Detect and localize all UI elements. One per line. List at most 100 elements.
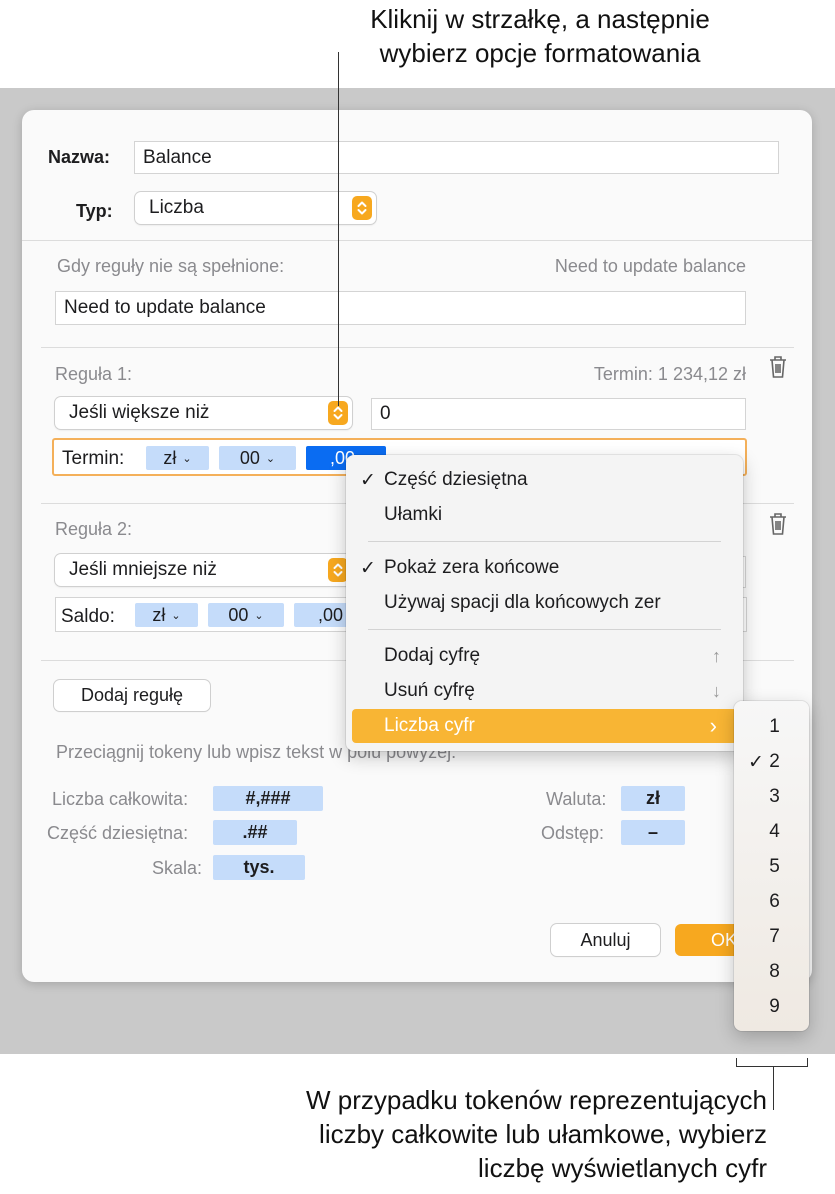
chevron-right-icon: › — [709, 713, 717, 738]
menu-item-label: Dodaj cyfrę — [384, 645, 481, 666]
digit-option-3[interactable]: 3 — [734, 779, 809, 814]
format-options-menu: ✓ Część dziesiętna Ułamki ✓ Pokaż zera k… — [346, 455, 743, 751]
digit-label: 6 — [769, 891, 780, 912]
rule2-trash-icon[interactable] — [767, 511, 789, 537]
bottom-leader-line — [773, 1066, 774, 1110]
chevron-down-icon: ⌄ — [254, 609, 264, 622]
bottom-bracket — [736, 1066, 808, 1067]
bottom-callout: W przypadku tokenów reprezentujących lic… — [147, 1083, 767, 1185]
chevron-down-icon: ⌄ — [182, 452, 192, 465]
rule1-condition-popup[interactable]: Jeśli większe niż — [55, 397, 352, 429]
unmet-text-field[interactable]: Need to update balance — [55, 291, 746, 325]
rule1-value-field[interactable]: 0 — [371, 398, 746, 430]
chevron-down-icon: ⌄ — [265, 452, 276, 465]
digit-count-submenu: 1 ✓ 2 3 4 5 6 7 8 9 — [734, 701, 809, 1031]
digit-label: 4 — [769, 821, 780, 842]
decimal-token-label: Część dziesiętna: — [47, 823, 189, 843]
digit-option-5[interactable]: 5 — [734, 849, 809, 884]
token-text: 00 — [228, 604, 249, 625]
integer-token-label: Liczba całkowita: — [52, 789, 189, 809]
spacing-palette-token[interactable]: – — [621, 820, 685, 845]
menu-item-add-digit[interactable]: Dodaj cyfrę ↑ — [346, 639, 743, 673]
currency-token[interactable]: zł ⌄ — [135, 603, 198, 627]
bottom-callout-line3: liczbę wyświetlanych cyfr — [478, 1153, 767, 1183]
menu-item-label: Liczba cyfr — [384, 715, 475, 736]
type-popup[interactable]: Liczba — [135, 192, 376, 224]
bottom-callout-line1: W przypadku tokenów reprezentujących — [305, 1085, 767, 1115]
menu-separator — [368, 629, 721, 630]
digit-option-2[interactable]: ✓ 2 — [734, 744, 809, 779]
menu-item-label: Część dziesiętna — [384, 469, 528, 490]
digit-option-8[interactable]: 8 — [734, 954, 809, 989]
rule2-condition-popup[interactable]: Jeśli mniejsze niż — [55, 554, 352, 586]
top-leader-line — [338, 52, 339, 406]
digit-label: 3 — [769, 786, 780, 807]
rule1-format-label: Termin: — [62, 448, 125, 469]
integer-token[interactable]: 00 ⌄ — [219, 446, 296, 470]
menu-item-trailing-zeros[interactable]: ✓ Pokaż zera końcowe — [346, 551, 743, 585]
menu-item-remove-digit[interactable]: Usuń cyfrę ↓ — [346, 674, 743, 708]
bottom-callout-line2: liczby całkowite lub ułamkowe, wybierz — [319, 1119, 767, 1149]
top-callout: Kliknij w strzałkę, a następnie wybierz … — [300, 2, 780, 70]
currency-token[interactable]: zł ⌄ — [146, 446, 209, 470]
rule1-condition: Jeśli większe niż — [69, 402, 210, 423]
top-callout-line1: Kliknij w strzałkę, a następnie — [370, 4, 710, 34]
token-text: 00 — [239, 447, 260, 468]
bottom-bracket-right — [807, 1058, 808, 1067]
unmet-label: Gdy reguły nie są spełnione: — [57, 256, 285, 276]
digit-label: 7 — [769, 926, 780, 947]
rule1-label: Reguła 1: — [55, 364, 133, 384]
menu-separator — [368, 541, 721, 542]
menu-item-spaces-for-zeros[interactable]: Używaj spacji dla końcowych zer — [346, 586, 743, 620]
top-callout-line2: wybierz opcje formatowania — [379, 38, 701, 68]
token-text: ,00 — [318, 604, 344, 625]
digit-label: 1 — [769, 716, 780, 737]
name-field[interactable]: Balance — [134, 141, 779, 174]
chevron-down-icon: ⌄ — [171, 609, 181, 622]
digit-option-9[interactable]: 9 — [734, 989, 809, 1024]
bottom-bracket-left — [736, 1058, 737, 1067]
divider — [22, 240, 812, 241]
rule2-label: Reguła 2: — [55, 519, 133, 539]
decimal-token[interactable]: ,00 — [294, 603, 349, 627]
menu-item-label: Używaj spacji dla końcowych zer — [384, 592, 661, 613]
rule1-trash-icon[interactable] — [767, 354, 789, 380]
menu-item-digit-count[interactable]: Liczba cyfr › — [352, 709, 737, 743]
digit-option-4[interactable]: 4 — [734, 814, 809, 849]
scale-palette-token[interactable]: tys. — [213, 855, 305, 880]
name-label: Nazwa: — [48, 147, 111, 167]
rule1-preview: Termin: 1 234,12 zł — [593, 364, 746, 384]
digit-option-6[interactable]: 6 — [734, 884, 809, 919]
type-label: Typ: — [76, 201, 113, 221]
unmet-preview: Need to update balance — [554, 256, 746, 276]
divider — [41, 347, 794, 348]
rule2-condition: Jeśli mniejsze niż — [69, 559, 217, 580]
stepper-icon — [328, 558, 348, 582]
currency-palette-token[interactable]: zł — [621, 786, 685, 811]
integer-token[interactable]: 00 ⌄ — [208, 603, 284, 627]
integer-palette-token[interactable]: #,### — [213, 786, 323, 811]
token-text: zł — [152, 604, 166, 625]
digit-option-1[interactable]: 1 — [734, 709, 809, 744]
add-rule-button[interactable]: Dodaj regułę — [54, 680, 210, 711]
digit-label: 5 — [769, 856, 780, 877]
type-value: Liczba — [149, 197, 204, 218]
menu-item-label: Usuń cyfrę — [384, 680, 475, 701]
digit-label: 8 — [769, 961, 780, 982]
menu-item-decimal[interactable]: ✓ Część dziesiętna — [346, 463, 743, 497]
decimal-palette-token[interactable]: .## — [213, 820, 297, 845]
rule1-value: 0 — [380, 403, 391, 424]
currency-token-label: Waluta: — [546, 789, 607, 809]
menu-item-label: Ułamki — [384, 504, 443, 525]
menu-item-fractions[interactable]: Ułamki — [346, 498, 743, 532]
arrow-down-icon: ↓ — [712, 680, 721, 701]
arrow-up-icon: ↑ — [712, 645, 721, 666]
cancel-button[interactable]: Anuluj — [551, 924, 660, 956]
digit-label: 9 — [769, 996, 780, 1017]
name-value: Balance — [143, 146, 212, 168]
digit-option-7[interactable]: 7 — [734, 919, 809, 954]
digit-label: 2 — [769, 751, 780, 772]
scale-token-label: Skala: — [152, 858, 203, 878]
checkmark-icon: ✓ — [360, 469, 376, 491]
rule2-format-label: Saldo: — [61, 606, 115, 627]
